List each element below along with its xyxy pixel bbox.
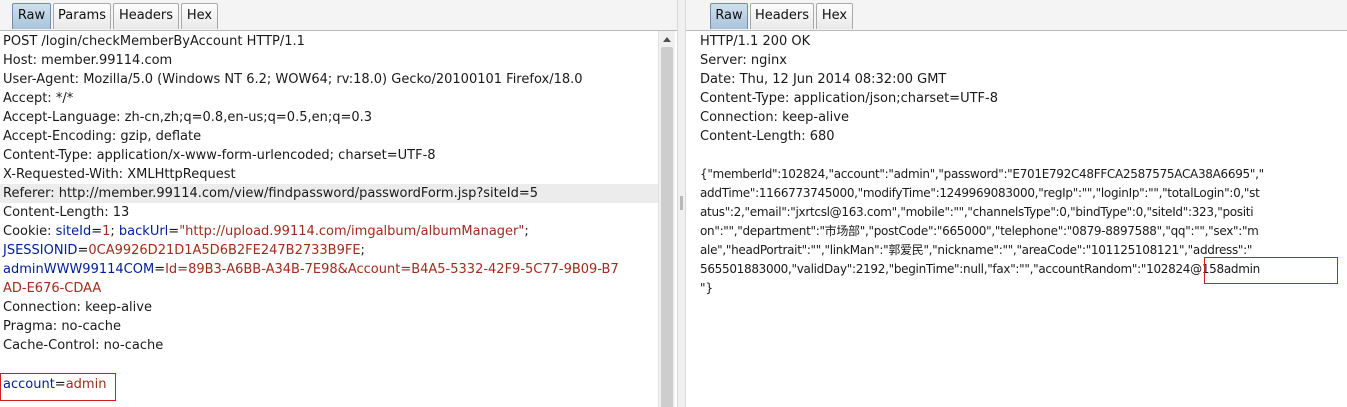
response-body-line: 565501883000,"validDay":2192,"beginTime"… bbox=[700, 260, 1260, 279]
cookie-value-backurl: "http://upload.99114.com/imgalbum/albumM… bbox=[179, 224, 525, 239]
response-header-connection: Connection: keep-alive bbox=[700, 110, 849, 125]
request-scrollbar[interactable] bbox=[658, 31, 675, 407]
request-tab-headers[interactable]: Headers bbox=[113, 3, 179, 29]
response-body-line-text: 565501883000,"validDay":2192,"beginTime"… bbox=[700, 262, 1147, 276]
header-accept: Accept: */* bbox=[3, 91, 74, 106]
cookie-value-siteid: 1 bbox=[102, 224, 111, 239]
request-line: POST /login/checkMemberByAccount HTTP/1.… bbox=[3, 34, 305, 49]
response-editor[interactable]: HTTP/1.1 200 OK Server: nginx Date: Thu,… bbox=[686, 31, 1347, 407]
pane-splitter[interactable] bbox=[677, 0, 686, 407]
request-tab-params[interactable]: Params bbox=[53, 3, 111, 29]
header-referer: Referer: http://member.99114.com/view/fi… bbox=[0, 184, 658, 203]
request-tab-raw[interactable]: Raw bbox=[12, 3, 51, 29]
scroll-up-icon[interactable] bbox=[663, 37, 671, 42]
response-tab-raw[interactable]: Raw bbox=[710, 3, 748, 29]
body-param-highlight-box bbox=[0, 373, 116, 401]
cookie-value-admin-part1: Id=89B3-A6BB-A34B-7E98&Account=B4A5-5332… bbox=[165, 262, 619, 277]
header-accept-language: Accept-Language: zh-cn,zh;q=0.8,en-us;q=… bbox=[3, 110, 373, 125]
response-header-date: Date: Thu, 12 Jun 2014 08:32:00 GMT bbox=[700, 72, 947, 87]
response-body-line: ale","headPortrait":"","linkMan":"郭爱民","… bbox=[700, 243, 1253, 257]
header-connection: Connection: keep-alive bbox=[3, 300, 152, 315]
response-tab-headers[interactable]: Headers bbox=[750, 3, 814, 29]
cookie-value-admin-part2: AD-E676-CDAA bbox=[3, 281, 102, 296]
response-body-line: atus":2,"email":"jxrtcsl@163.com","mobil… bbox=[700, 205, 1254, 219]
response-header-content-type: Content-Type: application/json;charset=U… bbox=[700, 91, 998, 106]
response-pane: Raw Headers Hex HTTP/1.1 200 OK Server: … bbox=[686, 0, 1347, 407]
response-header-server: Server: nginx bbox=[700, 53, 787, 68]
header-cache-control: Cache-Control: no-cache bbox=[3, 338, 164, 353]
response-tab-bar: Raw Headers Hex bbox=[686, 0, 1347, 31]
header-content-length: Content-Length: 13 bbox=[3, 205, 130, 220]
cookie-line-admin: adminWWW99114COM=Id=89B3-A6BB-A34B-7E98&… bbox=[3, 262, 619, 277]
header-pragma: Pragma: no-cache bbox=[3, 319, 121, 334]
cookie-line-jsessionid: JSESSIONID=0CA9926D21D1A5D6B2FE247B2733B… bbox=[3, 243, 365, 258]
cookie-prefix: Cookie: bbox=[3, 224, 56, 239]
account-random-highlight-box bbox=[1204, 257, 1338, 284]
response-status-line: HTTP/1.1 200 OK bbox=[700, 34, 811, 49]
header-user-agent: User-Agent: Mozilla/5.0 (Windows NT 6.2;… bbox=[3, 72, 583, 87]
header-cookie: Cookie: siteId=1; backUrl="http://upload… bbox=[3, 224, 529, 239]
response-header-content-length: Content-Length: 680 bbox=[700, 129, 835, 144]
header-content-type: Content-Type: application/x-www-form-url… bbox=[3, 148, 436, 163]
response-body-line: on":"","department":"市场部","postCode":"66… bbox=[700, 224, 1259, 238]
response-body-last-line: "} bbox=[700, 281, 714, 295]
response-body-line: {"memberId":102824,"account":"admin","pa… bbox=[700, 167, 1264, 181]
request-tab-hex[interactable]: Hex bbox=[181, 3, 218, 29]
cookie-name-jsessionid: JSESSIONID bbox=[3, 243, 78, 258]
cookie-name-admin: adminWWW99114COM bbox=[3, 262, 155, 277]
request-tab-bar: Raw Params Headers Hex bbox=[0, 0, 677, 31]
scrollbar-thumb[interactable] bbox=[661, 47, 673, 407]
header-x-requested-with: X-Requested-With: XMLHttpRequest bbox=[3, 167, 236, 182]
response-body-line: addTime":1166773745000,"modifyTime":1249… bbox=[700, 186, 1260, 200]
header-host: Host: member.99114.com bbox=[3, 53, 173, 68]
header-accept-encoding: Accept-Encoding: gzip, deflate bbox=[3, 129, 202, 144]
splitter-grip-icon[interactable] bbox=[680, 196, 683, 210]
request-pane: Raw Params Headers Hex POST /login/check… bbox=[0, 0, 677, 407]
request-editor[interactable]: POST /login/checkMemberByAccount HTTP/1.… bbox=[0, 31, 677, 407]
cookie-value-jsessionid: 0CA9926D21D1A5D6B2FE247B2733B9FE bbox=[88, 243, 361, 258]
response-tab-hex[interactable]: Hex bbox=[816, 3, 853, 29]
cookie-name-siteid: siteId bbox=[55, 224, 92, 239]
cookie-name-backurl: backUrl bbox=[118, 224, 169, 239]
